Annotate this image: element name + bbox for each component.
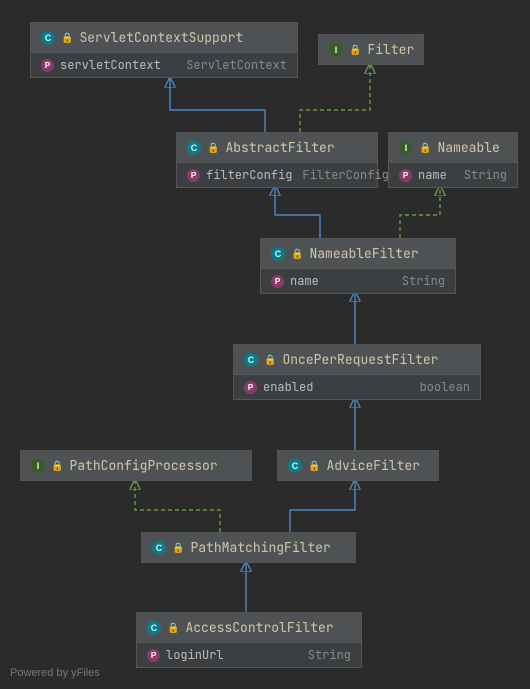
lock-icon: 🔒 xyxy=(207,141,219,154)
lock-icon: 🔒 xyxy=(61,31,73,44)
lock-icon: 🔒 xyxy=(167,621,179,634)
class-icon: C xyxy=(41,31,55,45)
interface-icon: I xyxy=(329,43,343,57)
diagram-canvas: C 🔒 ServletContextSupport PservletContex… xyxy=(0,0,530,689)
class-title: Filter xyxy=(367,41,414,58)
property-icon: P xyxy=(187,169,200,182)
class-title: PathConfigProcessor xyxy=(69,457,217,474)
class-advice-filter[interactable]: C 🔒 AdviceFilter xyxy=(277,450,439,481)
class-title: NameableFilter xyxy=(309,245,418,262)
lock-icon: 🔒 xyxy=(291,247,303,260)
property-type: ServletContext xyxy=(186,57,287,73)
property-name: loginUrl xyxy=(166,647,224,663)
class-title: PathMatchingFilter xyxy=(190,539,330,556)
lock-icon: 🔒 xyxy=(172,541,184,554)
interface-path-config-processor[interactable]: I 🔒 PathConfigProcessor xyxy=(20,450,252,481)
class-nameable-filter[interactable]: C 🔒 NameableFilter Pname String xyxy=(260,238,456,294)
class-abstract-filter[interactable]: C 🔒 AbstractFilter PfilterConfig FilterC… xyxy=(176,132,378,188)
class-icon: C xyxy=(244,353,258,367)
class-icon: C xyxy=(147,621,161,635)
property-name: enabled xyxy=(263,379,313,395)
class-servlet-context-support[interactable]: C 🔒 ServletContextSupport PservletContex… xyxy=(30,22,298,78)
footer-credit: Powered by yFiles xyxy=(10,667,100,679)
lock-icon: 🔒 xyxy=(51,459,63,472)
lock-icon: 🔒 xyxy=(419,141,431,154)
interface-nameable[interactable]: I 🔒 Nameable Pname String xyxy=(388,132,518,188)
class-title: AbstractFilter xyxy=(225,139,334,156)
class-icon: C xyxy=(288,459,302,473)
interface-icon: I xyxy=(31,459,45,473)
property-icon: P xyxy=(271,275,284,288)
property-icon: P xyxy=(244,381,257,394)
interface-icon: I xyxy=(399,141,413,155)
property-icon: P xyxy=(41,59,54,72)
class-path-matching-filter[interactable]: C 🔒 PathMatchingFilter xyxy=(141,532,356,563)
class-title: Nameable xyxy=(437,139,499,156)
interface-filter[interactable]: I 🔒 Filter xyxy=(318,34,424,65)
property-name: filterConfig xyxy=(206,167,292,183)
class-icon: C xyxy=(271,247,285,261)
property-type: boolean xyxy=(420,379,470,395)
property-name: servletContext xyxy=(60,57,161,73)
property-type: String xyxy=(308,647,351,663)
class-title: OncePerRequestFilter xyxy=(282,351,438,368)
class-icon: C xyxy=(152,541,166,555)
class-title: AccessControlFilter xyxy=(185,619,333,636)
class-access-control-filter[interactable]: C 🔒 AccessControlFilter PloginUrl String xyxy=(136,612,362,668)
class-icon: C xyxy=(187,141,201,155)
class-title: AdviceFilter xyxy=(326,457,420,474)
property-icon: P xyxy=(399,169,412,182)
property-icon: P xyxy=(147,649,160,662)
lock-icon: 🔒 xyxy=(264,353,276,366)
property-name: name xyxy=(290,273,319,289)
lock-icon: 🔒 xyxy=(308,459,320,472)
property-type: FilterConfig xyxy=(302,167,388,183)
class-title: ServletContextSupport xyxy=(79,29,243,46)
class-once-per-request-filter[interactable]: C 🔒 OncePerRequestFilter Penabled boolea… xyxy=(233,344,481,400)
property-name: name xyxy=(418,167,447,183)
lock-icon: 🔒 xyxy=(349,43,361,56)
property-type: String xyxy=(402,273,445,289)
property-type: String xyxy=(464,167,507,183)
